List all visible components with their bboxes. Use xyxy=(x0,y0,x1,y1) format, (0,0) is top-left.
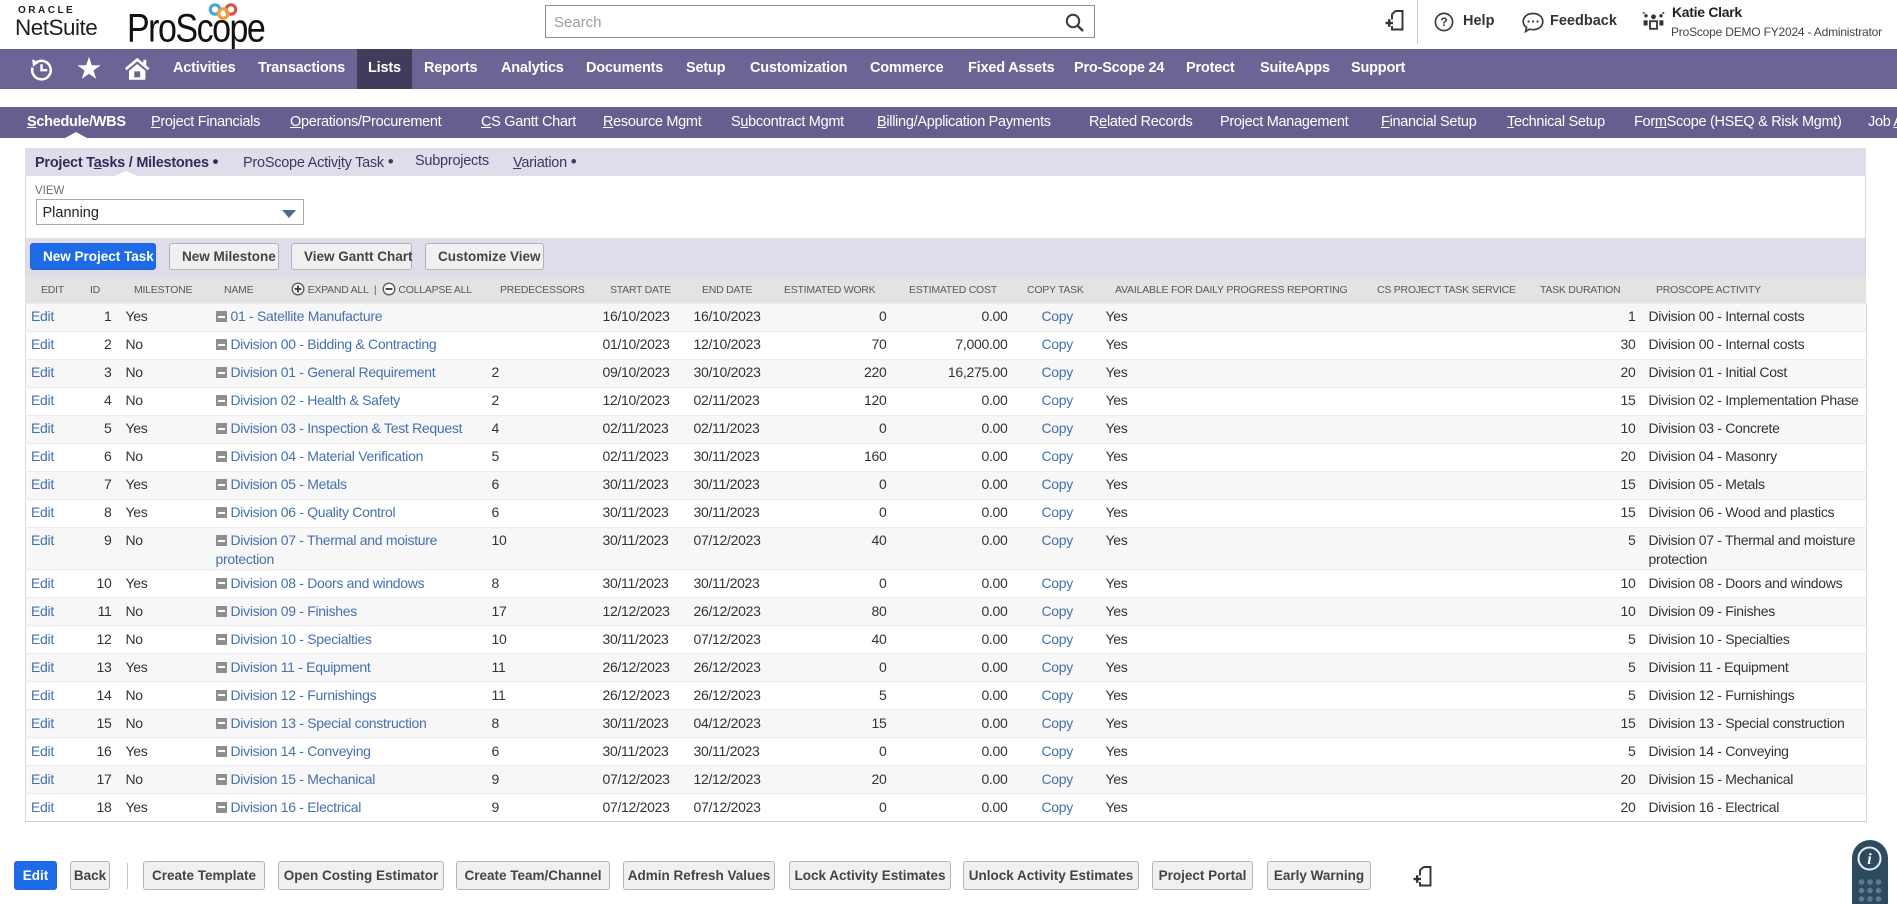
svg-text:i: i xyxy=(1867,851,1872,868)
svg-text:?: ? xyxy=(1440,15,1447,29)
